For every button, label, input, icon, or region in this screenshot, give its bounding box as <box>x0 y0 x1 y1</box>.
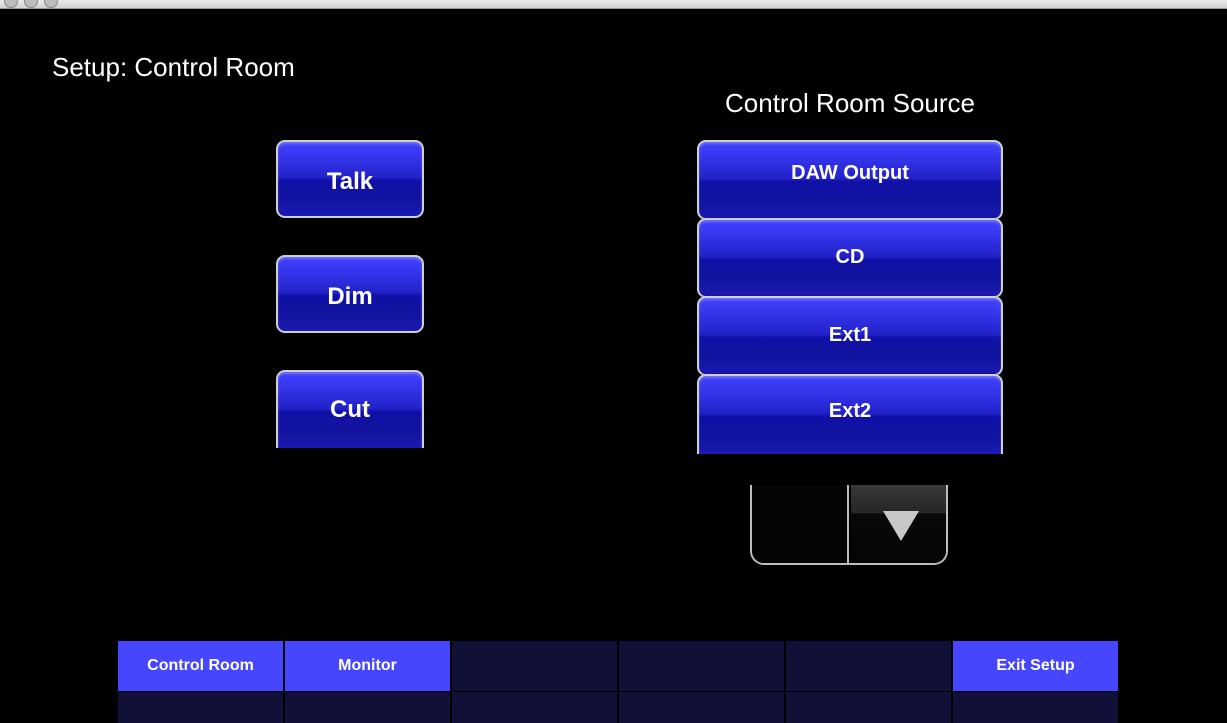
bottom-tab-bar: Control Room Monitor Exit Setup <box>118 641 1119 723</box>
source-ext1-label: Ext1 <box>828 324 872 346</box>
triangle-down-icon <box>883 511 919 541</box>
source-scroll-control <box>750 485 948 565</box>
tab-monitor[interactable]: Monitor <box>285 641 451 691</box>
window-minimize-icon[interactable] <box>24 0 38 8</box>
source-title: Control Room Source <box>725 88 975 118</box>
scroll-up-button[interactable] <box>752 485 849 563</box>
source-daw-output-label: DAW Output <box>791 162 909 184</box>
tab-row-2-cell <box>118 692 284 723</box>
scroll-down-button[interactable] <box>851 485 946 563</box>
tab-row-2-cell <box>285 692 451 723</box>
cut-button-label: Cut <box>330 396 370 423</box>
tab-control-room-label: Control Room <box>147 657 254 674</box>
tab-monitor-label: Monitor <box>338 657 397 674</box>
source-ext1-button[interactable]: Ext1 <box>697 296 1003 376</box>
tab-empty-4[interactable] <box>619 641 785 691</box>
dim-button[interactable]: Dim <box>276 255 424 333</box>
tab-row-2-cell <box>619 692 785 723</box>
tab-row-2-cell <box>452 692 618 723</box>
source-daw-output-button[interactable]: DAW Output <box>697 140 1003 220</box>
talk-button[interactable]: Talk <box>276 140 424 218</box>
tab-row-2-cell <box>953 692 1119 723</box>
source-cd-button[interactable]: CD <box>697 218 1003 298</box>
window-close-icon[interactable] <box>4 0 18 8</box>
source-ext2-button[interactable]: Ext2 <box>697 374 1003 454</box>
tab-exit-setup[interactable]: Exit Setup <box>953 641 1119 691</box>
page-title: Setup: Control Room <box>52 52 295 82</box>
talk-button-label: Talk <box>326 168 374 195</box>
window-titlebar <box>0 0 1227 9</box>
source-cd-label: CD <box>835 246 865 268</box>
cut-button[interactable]: Cut <box>276 370 424 448</box>
dim-button-label: Dim <box>327 283 373 310</box>
tab-exit-setup-label: Exit Setup <box>996 657 1075 674</box>
tab-row-2-cell <box>786 692 952 723</box>
tab-empty-5[interactable] <box>786 641 952 691</box>
window-zoom-icon[interactable] <box>44 0 58 8</box>
source-ext2-label: Ext2 <box>828 400 872 422</box>
tab-empty-3[interactable] <box>452 641 618 691</box>
tab-control-room[interactable]: Control Room <box>118 641 284 691</box>
